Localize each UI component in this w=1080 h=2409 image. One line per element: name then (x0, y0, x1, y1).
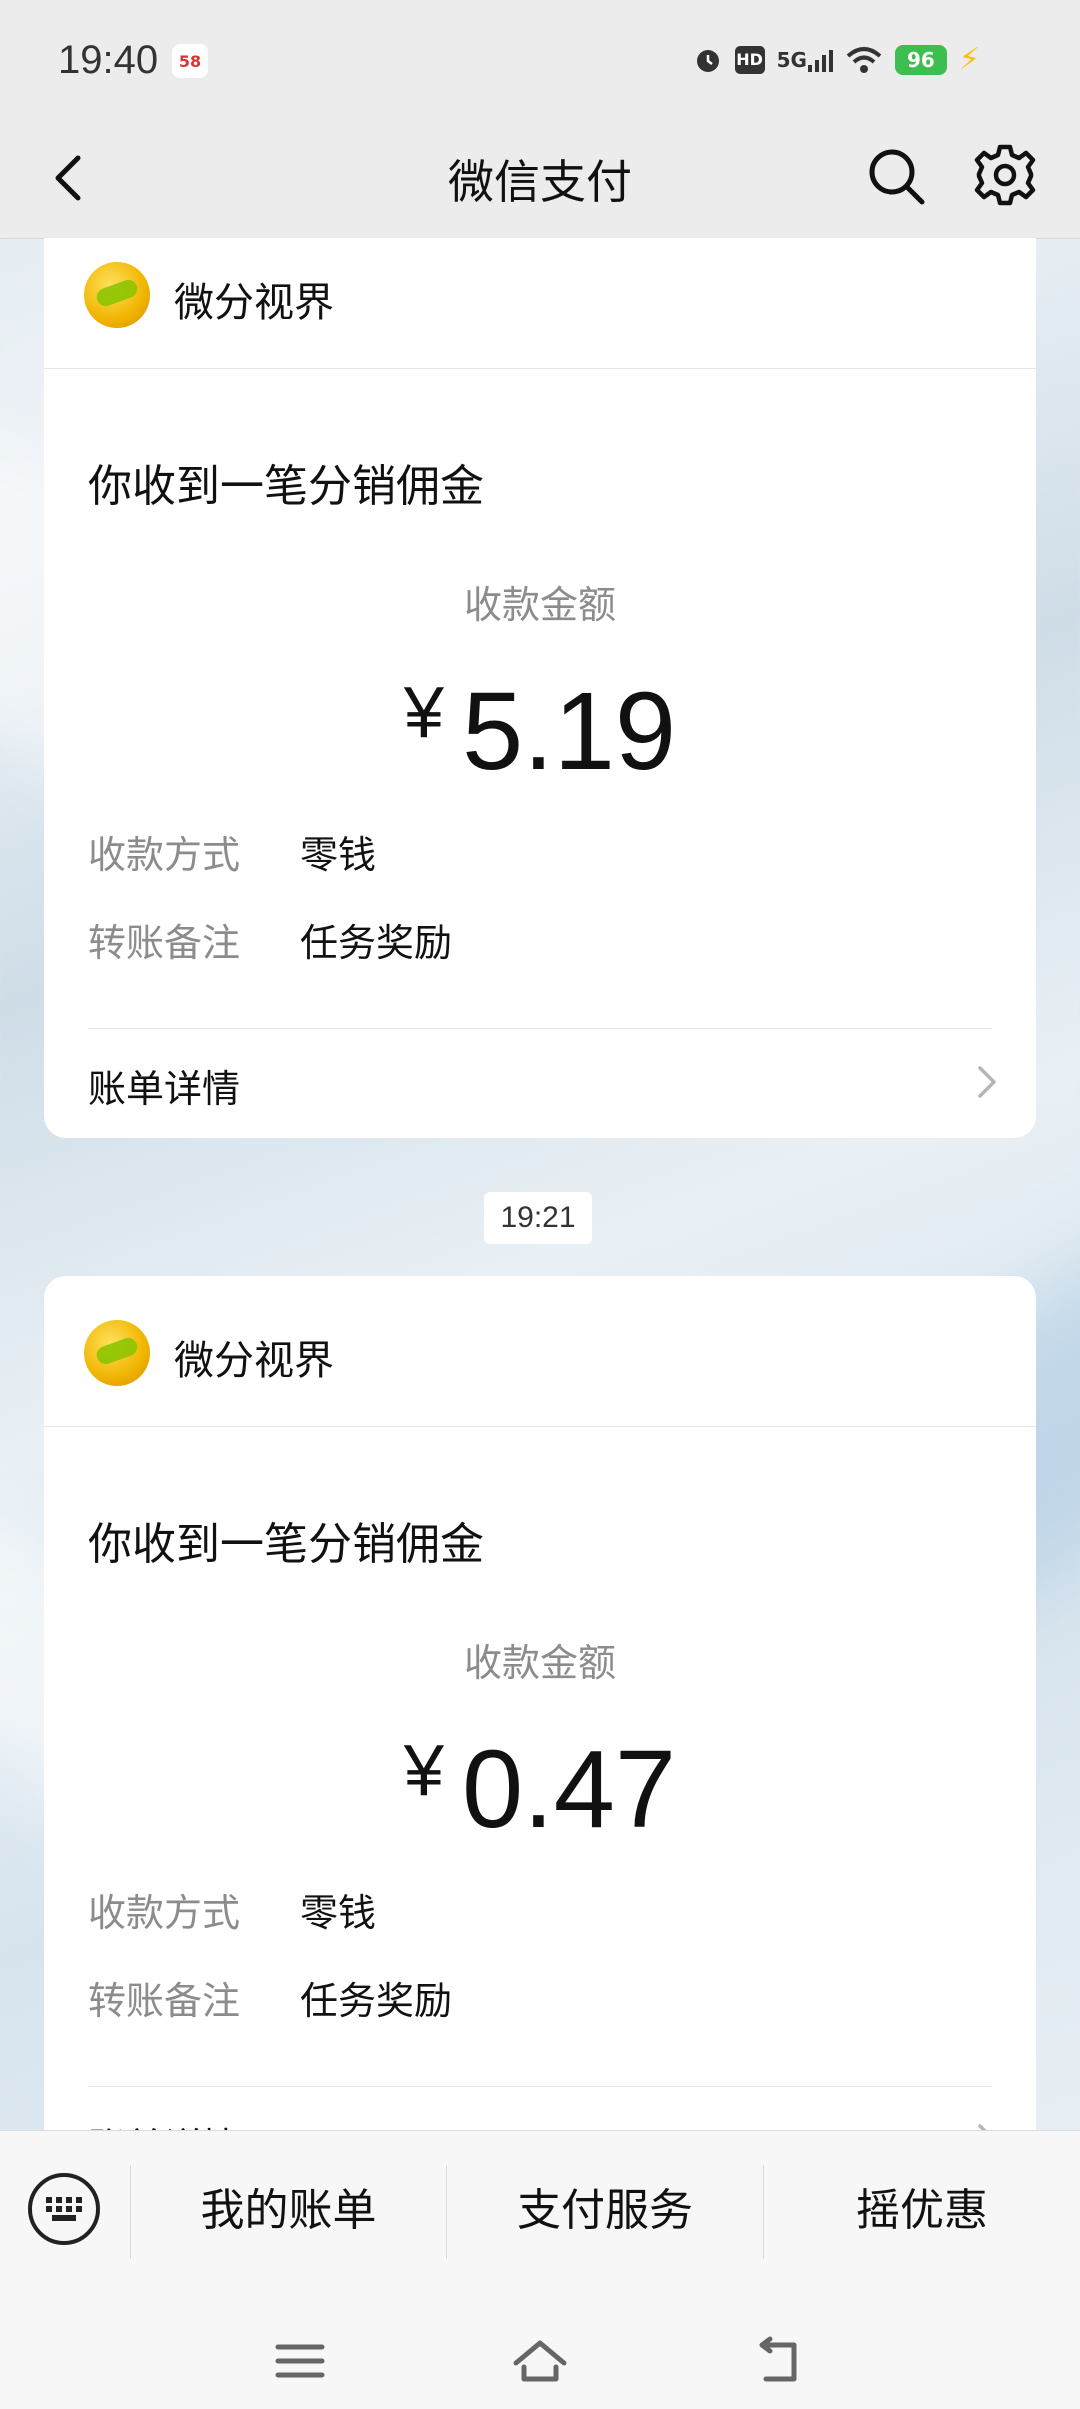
menu-icon[interactable] (270, 2331, 330, 2391)
message-title: 你收到一笔分销佣金 (88, 1519, 484, 1570)
signal-icon: 5G (777, 47, 833, 73)
currency-symbol: ¥ (403, 673, 444, 753)
amount-label: 收款金额 (463, 583, 616, 627)
amount-number: 0.47 (461, 1728, 677, 1851)
currency-symbol: ¥ (403, 1731, 444, 1811)
chevron-right-icon[interactable] (972, 1062, 1002, 1102)
payment-card[interactable]: 微分视界 你收到一笔分销佣金 收款金额 ¥0.47 收款方式 零钱 转账备注 任… (44, 1276, 1036, 2196)
transfer-note-value: 任务奖励 (300, 1979, 453, 2023)
amount-label: 收款金额 (463, 1641, 616, 1685)
merchant-name: 微分视界 (174, 280, 334, 326)
merchant-logo-icon (84, 262, 150, 328)
transfer-note-label: 转账备注 (88, 1979, 241, 2023)
wifi-icon (845, 45, 883, 75)
status-bar: 19:40 58 HD 5G 96 ⚡ (0, 0, 1080, 118)
bottom-menu: 我的账单 支付服务 摇优惠 (0, 2130, 1080, 2409)
payment-method-label: 收款方式 (88, 833, 241, 877)
divider (88, 2086, 992, 2087)
alarm-icon (693, 45, 723, 75)
bill-detail-link[interactable]: 账单详情 (88, 1058, 240, 1113)
battery-icon: 96 (894, 44, 947, 75)
amount-value: ¥0.47 (44, 1726, 1036, 1853)
payment-card[interactable]: 微分视界 你收到一笔分销佣金 收款金额 ¥5.19 收款方式 零钱 转账备注 任… (44, 238, 1036, 1138)
divider (88, 1028, 992, 1029)
charging-icon: ⚡ (958, 42, 980, 77)
status-icons: HD 5G 96 ⚡ (693, 42, 980, 77)
payment-method-value: 零钱 (300, 1891, 377, 1935)
back-nav-icon[interactable] (750, 2331, 810, 2391)
search-icon[interactable] (864, 144, 928, 208)
merchant-name: 微分视界 (174, 1338, 334, 1384)
message-title: 你收到一笔分销佣金 (88, 461, 484, 512)
status-time: 19:40 (58, 38, 159, 82)
keyboard-toggle-button[interactable] (28, 2173, 100, 2245)
payment-method-value: 零钱 (300, 833, 377, 877)
keyboard-icon (46, 2197, 82, 2221)
app-notification-icon: 58 (172, 44, 208, 78)
hd-icon: HD (734, 45, 765, 74)
card-header: 微分视界 (44, 238, 1036, 369)
payment-method-label: 收款方式 (88, 1891, 241, 1935)
menu-item-payment-services[interactable]: 支付服务 (447, 2161, 763, 2261)
menu-item-shake-discount[interactable]: 摇优惠 (764, 2161, 1080, 2261)
nav-bar: 微信支付 (0, 118, 1080, 239)
card-header: 微分视界 (44, 1276, 1036, 1427)
amount-value: ¥5.19 (44, 668, 1036, 795)
transfer-note-label: 转账备注 (88, 921, 241, 965)
menu-item-my-bills[interactable]: 我的账单 (131, 2161, 446, 2261)
gear-icon[interactable] (972, 142, 1038, 208)
home-icon[interactable] (510, 2331, 570, 2391)
network-label: 5G (776, 47, 807, 72)
amount-number: 5.19 (461, 670, 677, 793)
transfer-note-value: 任务奖励 (300, 921, 453, 965)
message-timestamp: 19:21 (484, 1192, 592, 1244)
merchant-logo-icon (84, 1320, 150, 1386)
